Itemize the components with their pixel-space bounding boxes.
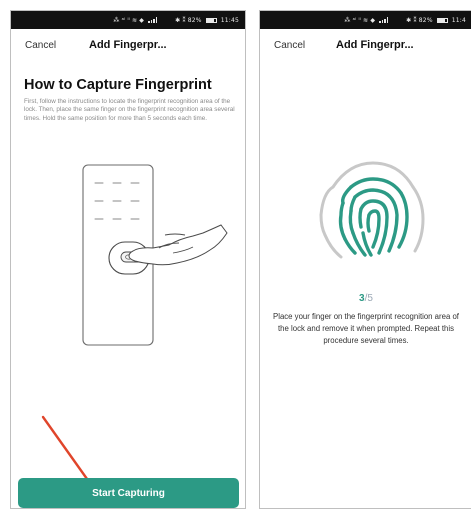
page-title: Add Fingerpr... — [336, 39, 414, 51]
status-time: 11:4 — [451, 16, 466, 24]
status-icons: ⁂ ᵃˡ ˡˡ ≋ ◆ — [344, 16, 376, 24]
status-bar: ⁂ ᵃˡ ˡˡ ≋ ◆ ✱ ⁑ 82% 11:45 — [11, 11, 245, 29]
status-time: 11:45 — [220, 16, 239, 24]
capture-progress: 3/5 — [260, 293, 471, 304]
status-indicators: ✱ ⁑ 82% — [406, 16, 433, 24]
capture-instruction: Place your finger on the fingerprint rec… — [273, 312, 459, 345]
guide-instructions: First, follow the instructions to locate… — [24, 98, 235, 122]
page-title: Add Fingerpr... — [89, 39, 167, 51]
status-indicators: ✱ ⁑ 82% — [175, 16, 202, 24]
fingerprint-icon — [311, 153, 431, 276]
status-icons: ⁂ ᵃˡ ˡˡ ≋ ◆ — [113, 16, 145, 24]
guide-heading: How to Capture Fingerprint — [24, 77, 212, 93]
battery-icon — [436, 17, 448, 23]
nav-bar: Cancel Add Fingerpr... — [260, 29, 471, 61]
capture-guide-screen: ⁂ ᵃˡ ˡˡ ≋ ◆ ✱ ⁑ 82% 11:45 Cancel Add Fin… — [10, 10, 246, 509]
nav-bar: Cancel Add Fingerpr... — [11, 29, 245, 61]
cancel-button[interactable]: Cancel — [25, 40, 56, 51]
progress-total: 5 — [367, 293, 373, 304]
signal-icon — [148, 17, 158, 23]
start-capturing-button[interactable]: Start Capturing — [18, 478, 239, 508]
cancel-button[interactable]: Cancel — [274, 40, 305, 51]
status-bar: ⁂ ᵃˡ ˡˡ ≋ ◆ ✱ ⁑ 82% 11:4 — [260, 11, 471, 29]
signal-icon — [379, 17, 389, 23]
fingerprint-capture-screen: ⁂ ᵃˡ ˡˡ ≋ ◆ ✱ ⁑ 82% 11:4 Cancel Add Fing… — [259, 10, 471, 509]
battery-icon — [205, 17, 217, 23]
lock-with-finger-icon — [69, 163, 231, 358]
